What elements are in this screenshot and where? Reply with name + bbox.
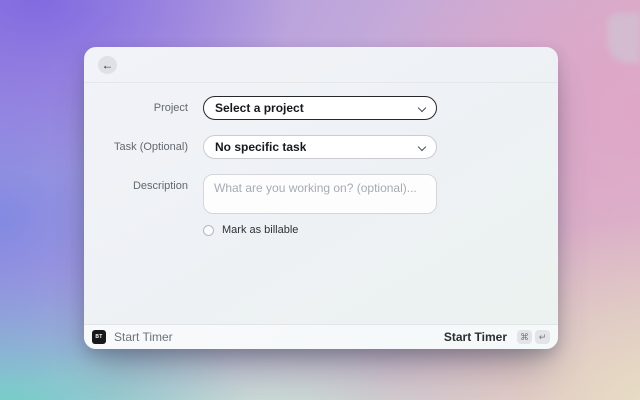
task-select-value: No specific task: [215, 140, 306, 154]
task-row: Task (Optional) No specific task: [84, 135, 558, 159]
footer-title: Start Timer: [114, 330, 173, 344]
task-select[interactable]: No specific task: [203, 135, 437, 159]
description-label: Description: [84, 174, 188, 192]
background-blob: [607, 13, 640, 63]
window-header: ←: [84, 47, 558, 83]
billable-checkbox[interactable]: [203, 225, 214, 236]
window-footer: BT Start Timer Start Timer ⌘ ↵: [84, 324, 558, 349]
command-key-icon[interactable]: ⌘: [517, 330, 532, 344]
chevron-down-icon: [418, 143, 426, 151]
project-select[interactable]: Select a project: [203, 96, 437, 120]
app-icon-text: BT: [95, 334, 102, 340]
billable-row: Mark as billable: [84, 224, 558, 236]
back-arrow-icon: ←: [102, 59, 114, 71]
start-timer-window: ← Project Select a project Task (Optiona…: [84, 47, 558, 349]
back-button[interactable]: ←: [98, 56, 117, 74]
footer-actions: Start Timer ⌘ ↵: [444, 330, 550, 344]
project-label: Project: [84, 102, 188, 114]
description-input[interactable]: [203, 174, 437, 214]
billable-label: Mark as billable: [222, 224, 298, 236]
project-row: Project Select a project: [84, 96, 558, 120]
return-key-icon[interactable]: ↵: [535, 330, 550, 344]
timer-form: Project Select a project Task (Optional)…: [84, 83, 558, 236]
start-timer-action[interactable]: Start Timer: [444, 330, 507, 344]
chevron-down-icon: [418, 104, 426, 112]
task-label: Task (Optional): [84, 141, 188, 153]
app-icon: BT: [92, 330, 106, 344]
project-select-value: Select a project: [215, 101, 304, 115]
description-row: Description: [84, 174, 558, 214]
